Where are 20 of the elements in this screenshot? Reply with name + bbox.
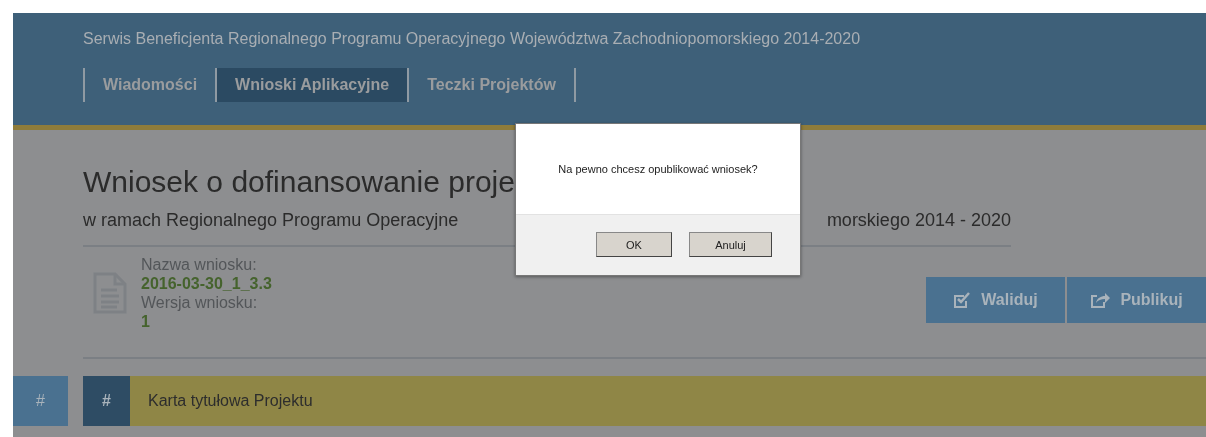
validate-button[interactable]: Waliduj — [926, 277, 1065, 323]
checkbox-icon — [953, 291, 972, 309]
dialog-message: Na pewno chcesz opublikować wniosek? — [557, 162, 759, 177]
page-subtitle: morskiego 2014 - 2020 — [826, 210, 1011, 231]
site-title: Serwis Beneficjenta Regionalnego Programu Operacyjnego Województwa Zachodniopomorskiego 2014-2020 — [83, 30, 862, 48]
nav-tab[interactable]: Teczki Projektów — [409, 68, 576, 102]
page-title: Wniosek o dofinansowanie proje — [83, 165, 515, 199]
application-version: 1 — [141, 312, 151, 331]
ok-button[interactable]: OK — [596, 232, 672, 257]
page-subtitle: w ramach Regionalnego Programu Operacyjne — [83, 210, 459, 231]
field-label: Nazwa wniosku: — [141, 255, 258, 274]
nav-tab[interactable]: Wnioski Aplikacyjne — [217, 68, 410, 102]
cancel-button[interactable]: Anuluj — [689, 232, 772, 257]
section-marker: # — [83, 376, 130, 426]
share-icon — [1090, 291, 1111, 309]
publish-button[interactable]: Publikuj — [1067, 277, 1206, 323]
field-label: Wersja wniosku: — [141, 293, 259, 312]
application-name: 2016-03-30_1_3.3 — [141, 274, 272, 293]
section-title: Karta tytułowa Projektu — [147, 391, 313, 411]
section-marker: # — [13, 376, 68, 426]
